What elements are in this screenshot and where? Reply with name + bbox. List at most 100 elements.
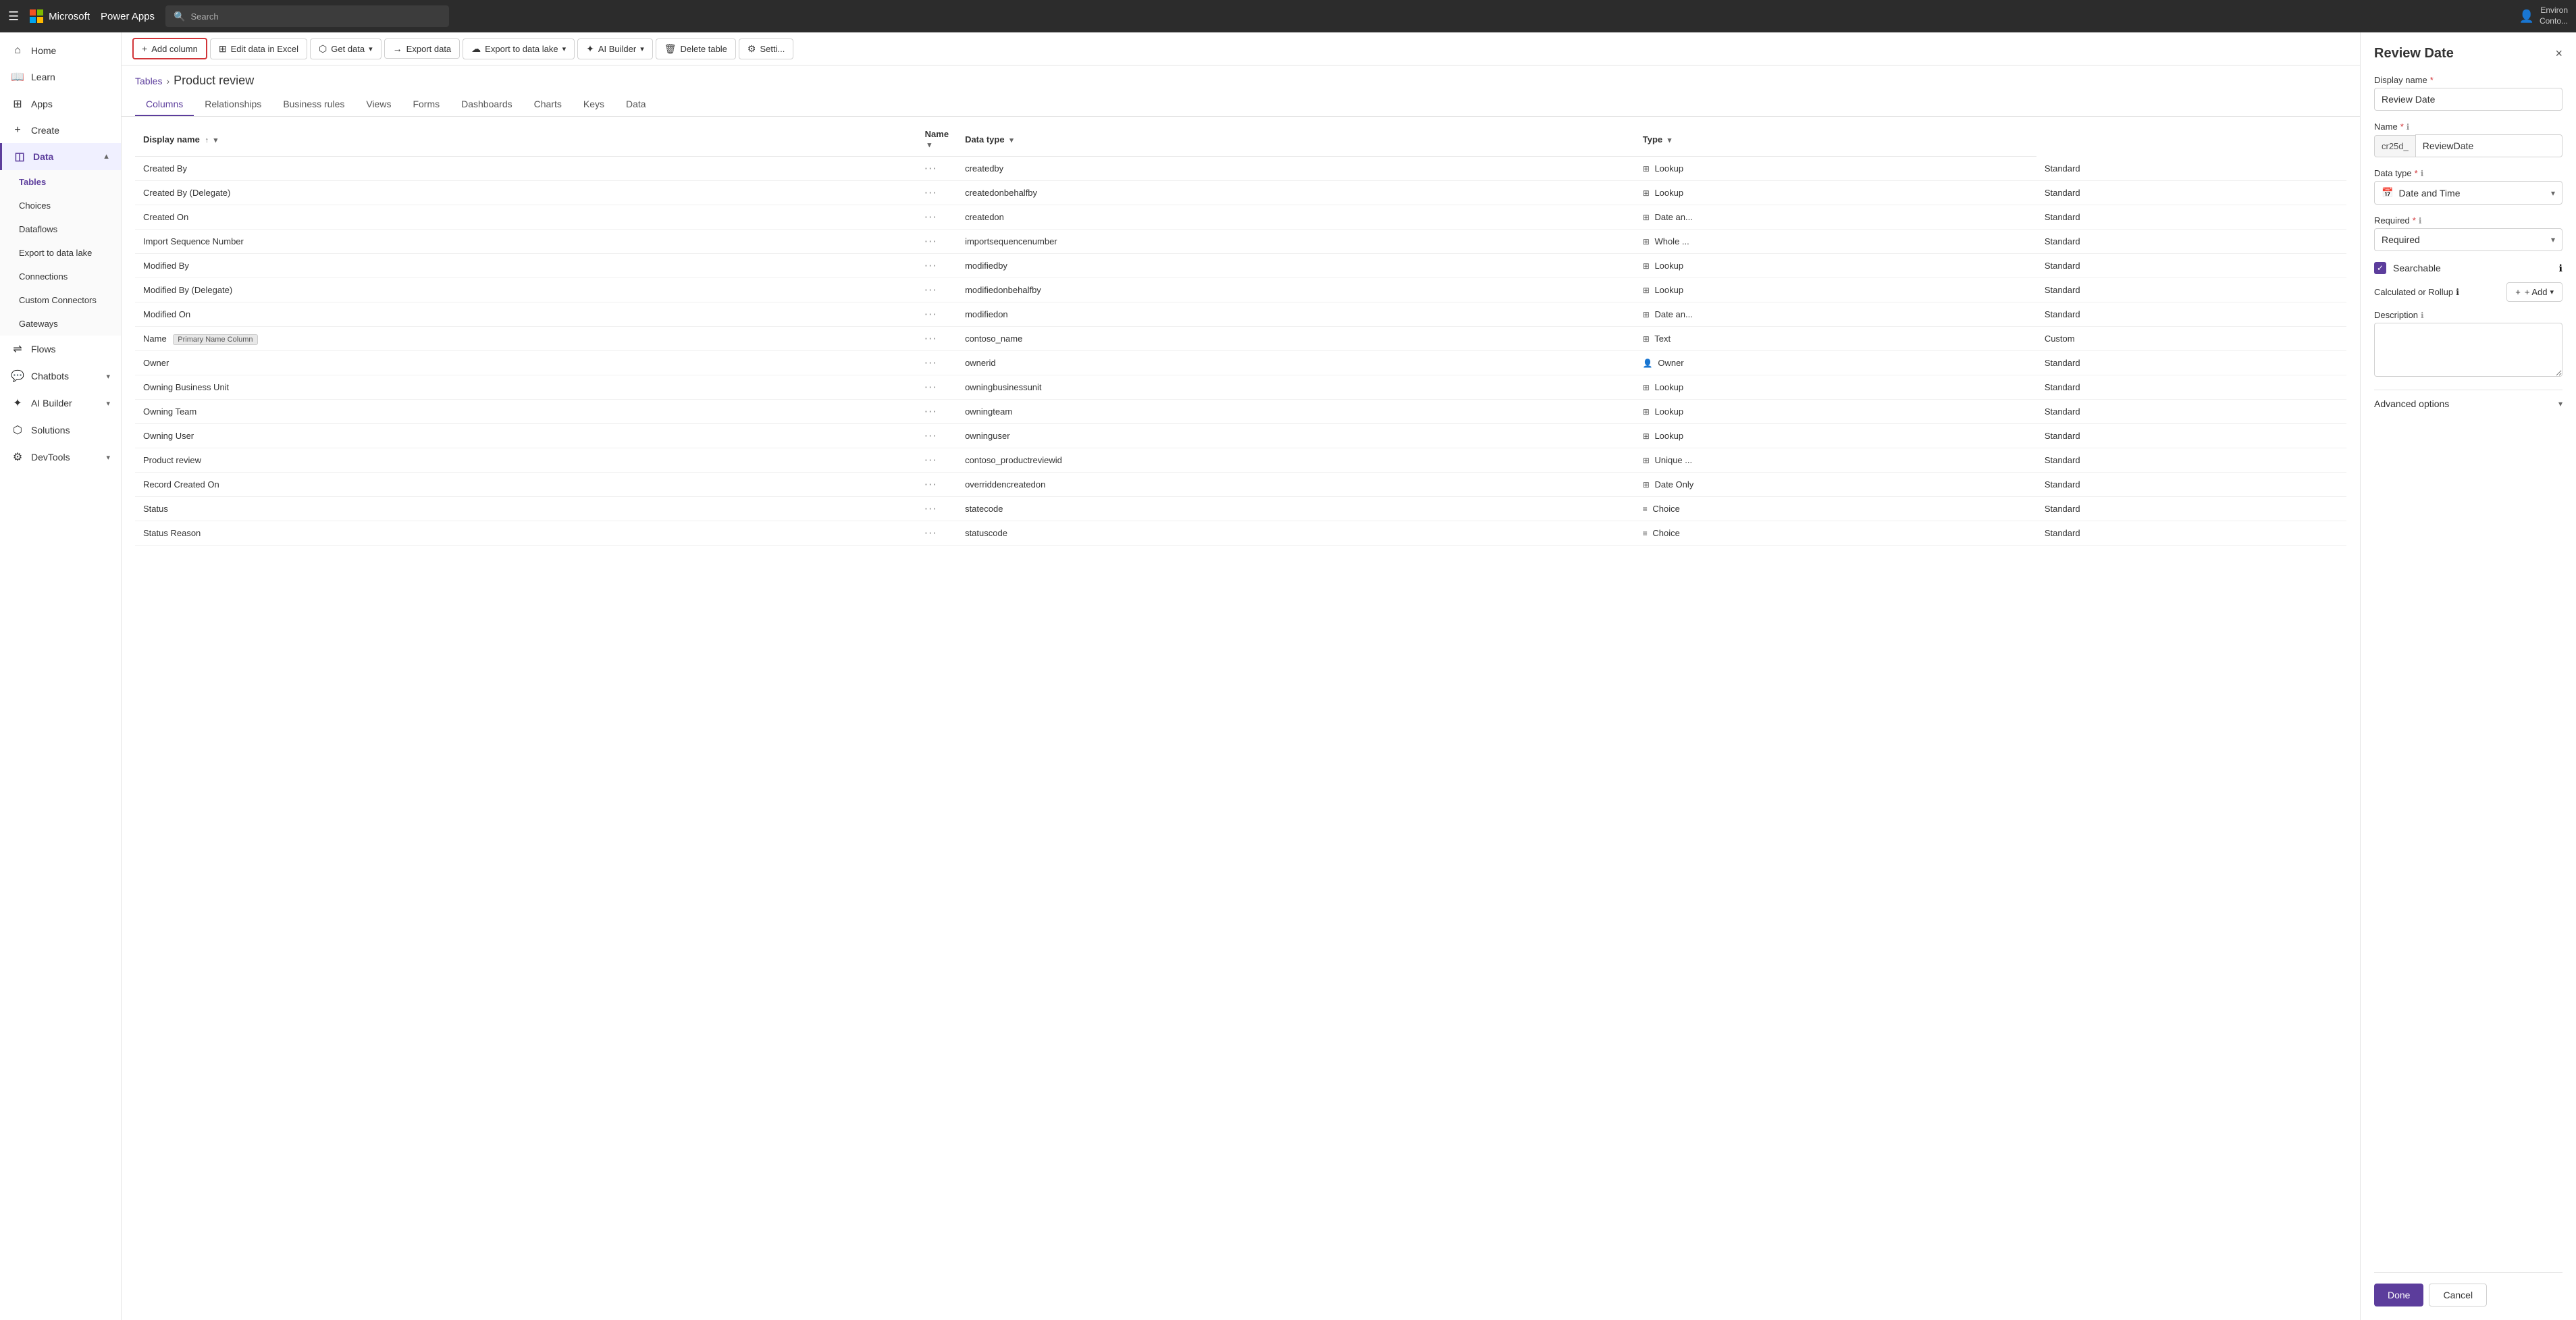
sidebar-item-apps[interactable]: ⊞ Apps <box>0 90 121 117</box>
row-context-menu[interactable]: ··· <box>925 504 938 514</box>
search-icon: 🔍 <box>174 11 185 22</box>
row-context-menu[interactable]: ··· <box>925 163 938 174</box>
table-row: Created On ··· createdon ⊞ Date an... St… <box>135 205 2346 230</box>
sidebar-item-chatbots[interactable]: 💬 Chatbots ▾ <box>0 363 121 390</box>
search-input[interactable] <box>190 11 441 22</box>
tab-views[interactable]: Views <box>355 93 402 116</box>
required-info-icon[interactable]: ℹ <box>2419 216 2422 226</box>
advanced-options-row[interactable]: Advanced options ▾ <box>2374 390 2562 417</box>
description-info-icon[interactable]: ℹ <box>2421 311 2424 320</box>
row-context-menu[interactable]: ··· <box>925 358 938 368</box>
settings-button[interactable]: ⚙ Setti... <box>739 38 793 59</box>
sidebar-item-learn[interactable]: 📖 Learn <box>0 63 121 90</box>
cell-name: contoso_productreviewid <box>957 448 1635 473</box>
tab-dashboards[interactable]: Dashboards <box>450 93 523 116</box>
col-header-display-name[interactable]: Display name ↑ ▾ <box>135 122 917 157</box>
name-info-icon[interactable]: ℹ <box>2407 122 2410 132</box>
tab-charts[interactable]: Charts <box>523 93 573 116</box>
row-context-menu[interactable]: ··· <box>925 309 938 319</box>
ai-builder-icon: ✦ <box>11 396 24 410</box>
row-context-menu[interactable]: ··· <box>925 455 938 465</box>
tab-forms[interactable]: Forms <box>402 93 450 116</box>
sidebar-item-choices[interactable]: Choices <box>0 194 121 217</box>
ai-chevron-icon: ▾ <box>640 45 644 53</box>
sidebar-item-create[interactable]: + Create <box>0 117 121 143</box>
add-column-button[interactable]: + Add column <box>132 38 207 59</box>
sidebar-item-dataflows[interactable]: Dataflows <box>0 217 121 241</box>
name-input[interactable] <box>2415 134 2562 157</box>
row-context-menu[interactable]: ··· <box>925 261 938 271</box>
data-type-select[interactable]: 📅 Date and Time ▾ <box>2374 181 2562 205</box>
tab-business-rules[interactable]: Business rules <box>272 93 355 116</box>
sidebar-item-data[interactable]: ◫ Data ▲ <box>0 143 121 170</box>
edit-excel-button[interactable]: ⊞ Edit data in Excel <box>210 38 307 59</box>
row-context-menu[interactable]: ··· <box>925 212 938 222</box>
close-panel-button[interactable]: × <box>2555 47 2562 61</box>
calc-add-button[interactable]: + + Add ▾ <box>2506 282 2562 302</box>
delete-table-button[interactable]: 🗑 Delete table <box>656 38 736 59</box>
sort-dropdown-icon[interactable]: ▾ <box>214 136 218 144</box>
row-context-menu[interactable]: ··· <box>925 479 938 490</box>
display-name-input[interactable] <box>2374 88 2562 111</box>
row-context-menu[interactable]: ··· <box>925 334 938 344</box>
breadcrumb-tables-link[interactable]: Tables <box>135 76 162 86</box>
col-header-data-type[interactable]: Data type ▾ <box>957 122 1635 157</box>
row-context-menu[interactable]: ··· <box>925 528 938 538</box>
row-context-menu[interactable]: ··· <box>925 236 938 246</box>
cell-dots: ··· <box>917 278 957 302</box>
cell-name: modifiedon <box>957 302 1635 327</box>
cell-display-name: Created By (Delegate) <box>135 181 917 205</box>
microsoft-logo: Microsoft <box>30 9 90 23</box>
sidebar-label-dataflows: Dataflows <box>19 224 110 234</box>
description-textarea[interactable] <box>2374 323 2562 377</box>
export-lake-button[interactable]: ☁ Export to data lake ▾ <box>463 38 575 59</box>
cell-name: createdonbehalfby <box>957 181 1635 205</box>
done-button[interactable]: Done <box>2374 1284 2423 1306</box>
name-field-row: cr25d_ <box>2374 134 2562 157</box>
sidebar-item-flows[interactable]: ⇌ Flows <box>0 336 121 363</box>
table-row: Status ··· statecode ≡ Choice Standard <box>135 497 2346 521</box>
search-bar[interactable]: 🔍 <box>165 5 449 27</box>
cell-dots: ··· <box>917 230 957 254</box>
searchable-info-icon[interactable]: ℹ <box>2559 263 2562 274</box>
sidebar-item-solutions[interactable]: ⬡ Solutions <box>0 417 121 444</box>
cell-type: Standard <box>2036 351 2346 375</box>
cancel-button[interactable]: Cancel <box>2429 1284 2487 1306</box>
sidebar-item-connections[interactable]: Connections <box>0 265 121 288</box>
cell-dots: ··· <box>917 157 957 181</box>
calc-plus-icon: + <box>2515 287 2521 297</box>
cell-dots: ··· <box>917 375 957 400</box>
col-header-name[interactable]: Name ▾ <box>917 122 957 157</box>
required-select[interactable]: Required ▾ <box>2374 228 2562 251</box>
sidebar-item-tables[interactable]: Tables <box>0 170 121 194</box>
tab-relationships[interactable]: Relationships <box>194 93 272 116</box>
sidebar-item-home[interactable]: ⌂ Home <box>0 38 121 63</box>
data-type-chevron-icon: ▾ <box>2551 188 2555 198</box>
row-context-menu[interactable]: ··· <box>925 382 938 392</box>
cell-dots: ··· <box>917 400 957 424</box>
topbar-right: 👤 Environ Conto... <box>2519 5 2568 26</box>
sidebar-item-custom-connectors[interactable]: Custom Connectors <box>0 288 121 312</box>
row-context-menu[interactable]: ··· <box>925 188 938 198</box>
sidebar-item-ai-builder[interactable]: ✦ AI Builder ▾ <box>0 390 121 417</box>
tab-keys[interactable]: Keys <box>573 93 615 116</box>
ai-builder-button[interactable]: ✦ AI Builder ▾ <box>577 38 653 59</box>
advanced-options-label: Advanced options <box>2374 398 2449 409</box>
get-data-button[interactable]: ⬡ Get data ▾ <box>310 38 382 59</box>
display-name-label: Display name * <box>2374 75 2562 85</box>
sidebar-item-gateways[interactable]: Gateways <box>0 312 121 336</box>
row-context-menu[interactable]: ··· <box>925 406 938 417</box>
row-context-menu[interactable]: ··· <box>925 431 938 441</box>
tab-columns[interactable]: Columns <box>135 93 194 116</box>
sidebar-item-export-lake[interactable]: Export to data lake <box>0 241 121 265</box>
export-data-button[interactable]: → Export data <box>384 38 461 59</box>
calc-info-icon[interactable]: ℹ <box>2456 287 2459 298</box>
sidebar-item-devtools[interactable]: ⚙ DevTools ▾ <box>0 444 121 471</box>
tab-data[interactable]: Data <box>615 93 657 116</box>
col-header-type[interactable]: Type ▾ <box>1635 122 2036 157</box>
cell-data-type: ⊞ Lookup <box>1635 254 2036 278</box>
searchable-checkbox[interactable]: ✓ <box>2374 262 2386 274</box>
row-context-menu[interactable]: ··· <box>925 285 938 295</box>
hamburger-menu[interactable]: ☰ <box>8 9 19 24</box>
data-type-info-icon[interactable]: ℹ <box>2421 169 2424 178</box>
